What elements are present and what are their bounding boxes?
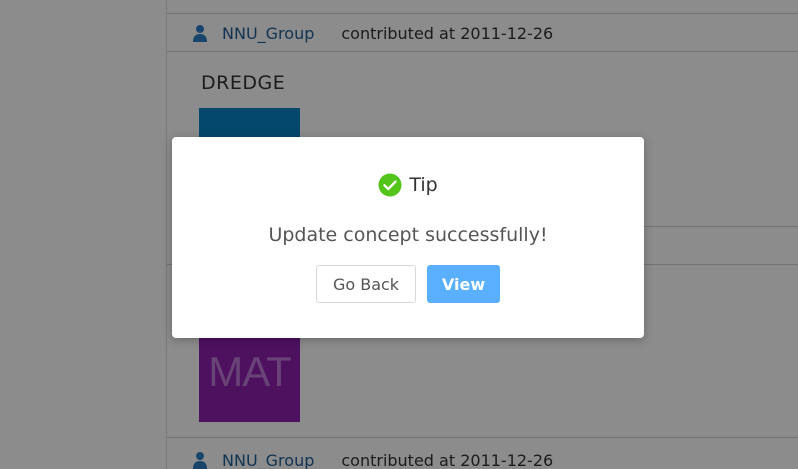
tip-dialog: Tip Update concept successfully! Go Back… [172, 137, 644, 338]
dialog-title: Tip [409, 174, 438, 196]
view-button[interactable]: View [427, 265, 500, 303]
dialog-header: Tip [172, 173, 644, 197]
check-circle-icon [378, 173, 402, 197]
dialog-message: Update concept successfully! [268, 224, 548, 246]
dialog-actions: Go Back View [172, 265, 644, 303]
go-back-button[interactable]: Go Back [316, 265, 416, 303]
page: NNU_Group contributed at 2011-12-26 DRED… [0, 0, 798, 469]
